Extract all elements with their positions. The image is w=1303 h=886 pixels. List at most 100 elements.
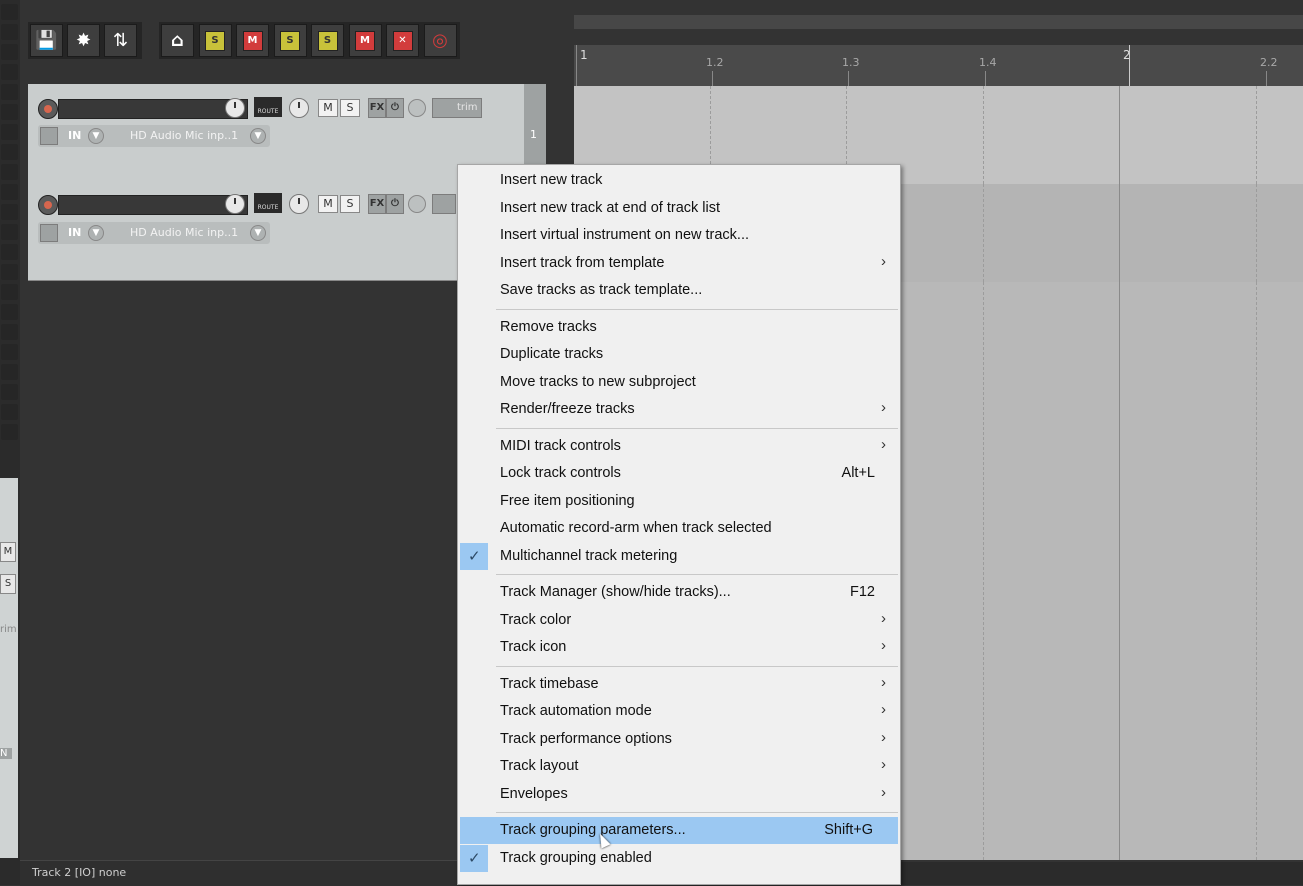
menu-item-automatic-record-arm-when-track-selected[interactable]: Automatic record-arm when track selected — [458, 515, 900, 542]
menu-item-save-tracks-as-track-template[interactable]: Save tracks as track template... — [458, 277, 900, 304]
clear-icon: ✕ — [392, 30, 413, 51]
menu-item-label: Track icon — [500, 639, 567, 655]
volume-knob[interactable] — [225, 98, 245, 118]
menu-item-insert-track-from-template[interactable]: Insert track from template › — [458, 250, 900, 277]
strip-cell — [1, 164, 18, 180]
menu-item-midi-track-controls[interactable]: MIDI track controls › — [458, 433, 900, 460]
in-dropdown[interactable]: ▼ — [88, 225, 104, 241]
unmute-all-icon: M — [355, 30, 375, 51]
save-icon-button[interactable]: 💾 — [30, 24, 63, 57]
explode-icon: ✸ — [75, 30, 92, 51]
track-context-menu: Insert new track Insert new track at end … — [457, 164, 901, 885]
mixer-strip: M S rim N — [0, 478, 18, 858]
timeline-ruler[interactable]: 1 1.2 1.3 1.4 2 2.2 — [574, 45, 1303, 86]
menu-item-free-item-positioning[interactable]: Free item positioning — [458, 488, 900, 515]
menu-item-insert-new-track-at-end-of-track-list[interactable]: Insert new track at end of track list — [458, 195, 900, 222]
menu-item-track-grouping-parameters[interactable]: Track grouping parameters... Shift+G — [460, 817, 898, 844]
submenu-arrow-icon: › — [881, 435, 886, 453]
ruler-tick — [1266, 71, 1267, 86]
menu-item-track-manager-show-hide-tracks[interactable]: Track Manager (show/hide tracks)... F12 — [458, 579, 900, 606]
input-name[interactable]: HD Audio Mic inp..1 — [130, 226, 238, 239]
record-clear-button[interactable]: ◎ — [423, 24, 457, 57]
volume-knob[interactable] — [225, 194, 245, 214]
input-name[interactable]: HD Audio Mic inp..1 — [130, 129, 238, 142]
menu-item-track-timebase[interactable]: Track timebase › — [458, 671, 900, 698]
track-2-controls[interactable]: ROUTE M S FX ⏻ IN ▼ HD Audio Mic inp..1 … — [28, 182, 524, 281]
menu-item-track-grouping-enabled[interactable]: ✓ Track grouping enabled — [458, 844, 900, 872]
strip-cell — [1, 64, 18, 80]
menu-item-label: Envelopes — [500, 785, 568, 802]
menu-item-move-tracks-to-new-subproject[interactable]: Move tracks to new subproject — [458, 369, 900, 396]
unmute-all-button[interactable]: M — [348, 24, 382, 57]
solo-defeat-button[interactable]: S — [273, 24, 307, 57]
phase-button[interactable] — [408, 195, 426, 213]
open-icon-button[interactable]: ⇅ — [104, 24, 137, 57]
in-label: IN — [68, 226, 82, 239]
menu-item-duplicate-tracks[interactable]: Duplicate tracks — [458, 341, 900, 368]
menu-item-insert-new-track[interactable]: Insert new track — [458, 167, 900, 194]
ruler-tick-label: 1.2 — [706, 56, 724, 69]
menu-item-label: Duplicate tracks — [500, 346, 604, 362]
clear-button[interactable]: ✕ — [386, 24, 419, 57]
monitor-button[interactable] — [40, 224, 58, 242]
menu-item-label: Remove tracks — [500, 318, 597, 335]
menu-item-label: Multichannel track metering — [500, 547, 678, 564]
solo-button[interactable]: S — [340, 195, 360, 213]
status-text: Track 2 [IO] none — [32, 866, 127, 879]
fx-button[interactable]: FX — [368, 98, 386, 118]
menu-item-remove-tracks[interactable]: Remove tracks — [458, 314, 900, 341]
fx-bypass-button[interactable]: ⏻ — [386, 194, 404, 214]
strip-cell — [1, 184, 18, 200]
menu-item-render-freeze-tracks[interactable]: Render/freeze tracks › — [458, 396, 900, 423]
track-name-field[interactable] — [58, 99, 248, 119]
mixer-solo-button[interactable]: S — [0, 574, 16, 594]
menu-item-track-icon[interactable]: Track icon › — [458, 634, 900, 661]
menu-item-insert-virtual-instrument-on-new-track[interactable]: Insert virtual instrument on new track..… — [458, 222, 900, 249]
home-icon-button[interactable]: ⌂ — [161, 24, 194, 57]
record-clear-icon: ◎ — [431, 29, 449, 51]
menu-item-envelopes[interactable]: Envelopes › — [458, 781, 900, 808]
route-button[interactable]: ROUTE — [254, 97, 282, 117]
pan-knob[interactable] — [289, 98, 309, 118]
solo-button[interactable]: S — [198, 24, 232, 57]
explode-icon-button[interactable]: ✸ — [67, 24, 100, 57]
mute-button[interactable]: M — [318, 195, 338, 213]
submenu-arrow-icon: › — [881, 783, 886, 801]
submenu-arrow-icon: › — [881, 609, 886, 627]
menu-item-track-color[interactable]: Track color › — [458, 607, 900, 634]
strip-cell — [1, 4, 18, 20]
phase-button[interactable] — [408, 99, 426, 117]
ruler-region-bar[interactable] — [574, 15, 1303, 29]
record-arm-button[interactable] — [38, 99, 58, 119]
fx-button[interactable]: FX — [368, 194, 386, 214]
fx-bypass-button[interactable]: ⏻ — [386, 98, 404, 118]
pan-knob[interactable] — [289, 194, 309, 214]
checkmark-icon: ✓ — [460, 542, 488, 570]
track-name-field[interactable] — [58, 195, 248, 215]
mute-button[interactable]: M — [236, 24, 269, 57]
unsolo-all-button[interactable]: S — [311, 24, 344, 57]
envelope-trim-button[interactable]: trim — [432, 98, 482, 118]
input-dropdown[interactable]: ▼ — [250, 225, 266, 241]
envelope-trim-button[interactable] — [432, 194, 456, 214]
in-dropdown[interactable]: ▼ — [88, 128, 104, 144]
monitor-button[interactable] — [40, 127, 58, 145]
menu-item-track-performance-options[interactable]: Track performance options › — [458, 726, 900, 753]
menu-item-label: Render/freeze tracks — [500, 401, 635, 417]
ruler-tick — [712, 71, 713, 86]
menu-item-lock-track-controls[interactable]: Lock track controls Alt+L — [458, 460, 900, 487]
track-1-controls[interactable]: ROUTE M S FX ⏻ trim IN ▼ HD Audio Mic in… — [28, 84, 524, 183]
input-dropdown[interactable]: ▼ — [250, 128, 266, 144]
track-number: 1 — [530, 128, 537, 141]
ruler-tick — [848, 71, 849, 86]
mute-button[interactable]: M — [318, 99, 338, 117]
record-arm-button[interactable] — [38, 195, 58, 215]
menu-item-label: Track Manager (show/hide tracks)... — [500, 584, 731, 600]
menu-item-track-layout[interactable]: Track layout › — [458, 753, 900, 780]
menu-item-multichannel-track-metering[interactable]: ✓ Multichannel track metering — [458, 542, 900, 570]
solo-button[interactable]: S — [340, 99, 360, 117]
submenu-arrow-icon: › — [881, 399, 886, 416]
menu-item-track-automation-mode[interactable]: Track automation mode › — [458, 698, 900, 725]
mixer-mute-button[interactable]: M — [0, 542, 16, 562]
route-button[interactable]: ROUTE — [254, 193, 282, 213]
